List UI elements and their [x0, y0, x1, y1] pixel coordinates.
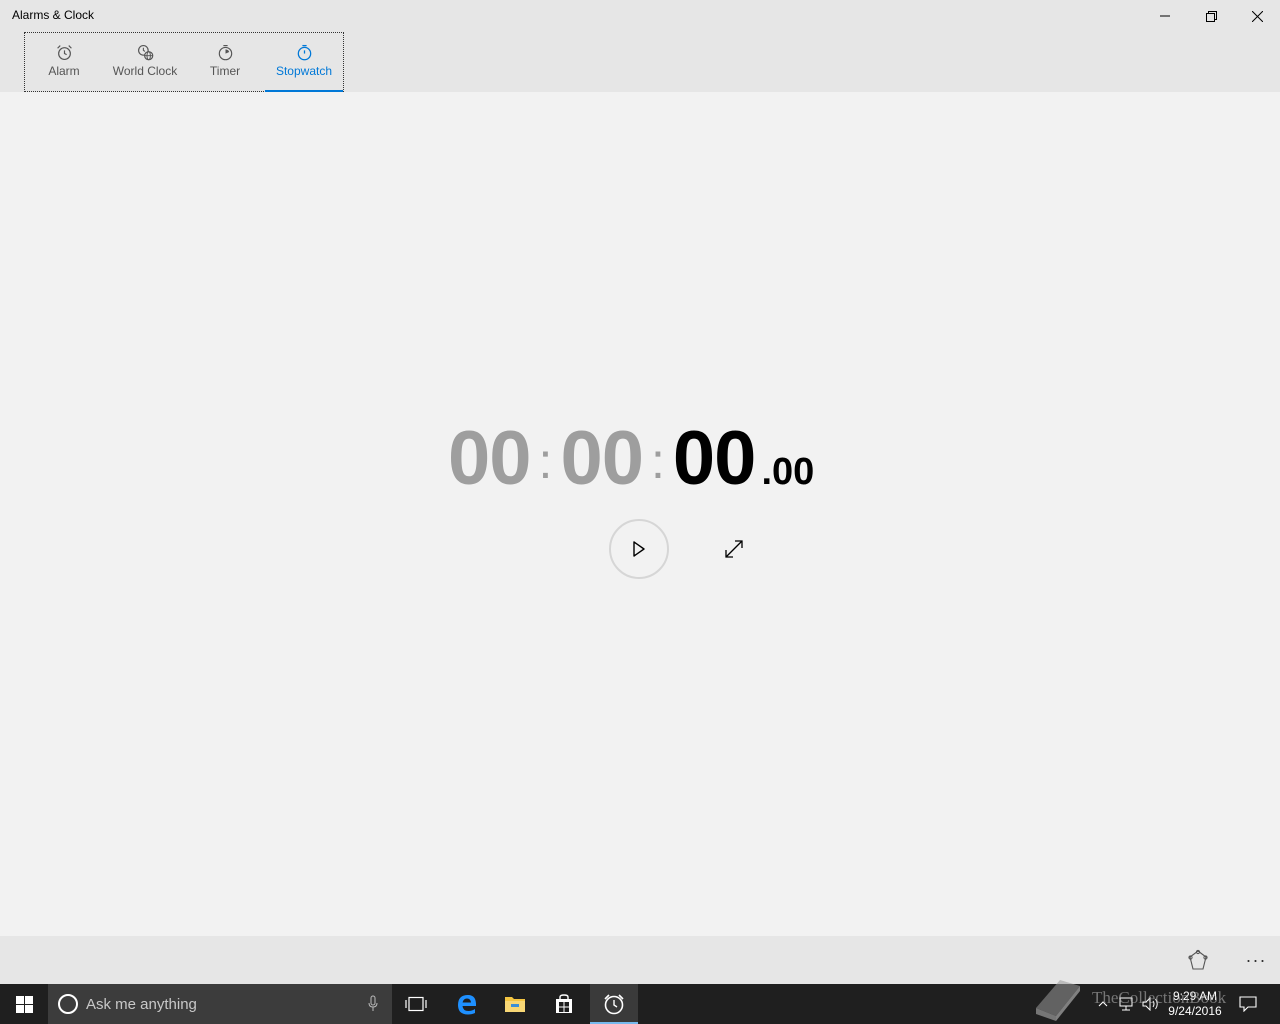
store-taskbar-button[interactable]: [540, 984, 588, 1024]
tab-world-clock[interactable]: World Clock: [103, 33, 187, 91]
window-title: Alarms & Clock: [12, 8, 95, 22]
alarms-taskbar-button[interactable]: [590, 984, 638, 1024]
close-button[interactable]: [1234, 0, 1280, 32]
network-icon: [1119, 997, 1133, 1011]
timer-icon: [218, 45, 232, 61]
selected-tab-indicator: [265, 90, 343, 92]
stopwatch-icon: [297, 44, 311, 61]
pin-to-start-icon: [1188, 949, 1208, 970]
tab-alarm[interactable]: Alarm: [25, 33, 103, 91]
start-button[interactable]: [609, 519, 669, 579]
chevron-up-icon: [1098, 1001, 1108, 1007]
volume-button[interactable]: [1140, 984, 1162, 1024]
minimize-icon: [1160, 15, 1170, 17]
more-options-button[interactable]: ···: [1236, 940, 1276, 980]
task-view-icon: [405, 996, 427, 1012]
clock-time: 9:29 AM: [1172, 989, 1218, 1003]
pin-to-start-button[interactable]: [1178, 940, 1218, 980]
clock-date: 9/24/2016: [1168, 1004, 1222, 1018]
search-placeholder: Ask me anything: [86, 995, 197, 1013]
hours-value: 00: [448, 416, 532, 501]
microphone-icon[interactable]: [368, 995, 378, 1012]
restore-button[interactable]: [1188, 0, 1234, 32]
store-icon: [556, 994, 572, 1013]
tab-alarm-label: Alarm: [48, 64, 80, 78]
show-hidden-icons-button[interactable]: [1094, 984, 1112, 1024]
tab-bar: Alarm World Clock Timer Stopwatch: [24, 32, 344, 92]
app-header: Alarm World Clock Timer Stopwatch: [0, 32, 1280, 92]
tab-timer-label: Timer: [209, 64, 241, 78]
seconds-value: 00: [672, 416, 757, 501]
windows-logo-icon: [15, 995, 33, 1013]
world-clock-icon: [137, 45, 153, 61]
expand-icon: [725, 540, 743, 558]
time-separator: :: [538, 433, 553, 489]
cortana-icon: [58, 994, 78, 1014]
file-explorer-icon: [505, 997, 525, 1012]
alarms-clock-app-icon: [604, 994, 624, 1015]
fraction-value: .00: [761, 451, 815, 493]
expand-button[interactable]: [716, 531, 752, 567]
minimize-button[interactable]: [1142, 0, 1188, 32]
edge-taskbar-button[interactable]: [443, 984, 491, 1024]
alarm-clock-icon: [56, 45, 72, 60]
play-icon: [633, 541, 645, 557]
tab-world-clock-label: World Clock: [112, 64, 178, 78]
stopwatch-display: 00 : 00 : 00 .00: [448, 415, 814, 505]
tab-stopwatch-label: Stopwatch: [275, 64, 333, 78]
edge-icon: [458, 995, 477, 1015]
speaker-icon: [1142, 997, 1158, 1011]
tab-stopwatch[interactable]: Stopwatch: [265, 33, 343, 92]
taskbar: Ask me anything 9:29 AM 9/24/2016: [0, 984, 1280, 1024]
action-center-button[interactable]: [1234, 984, 1262, 1024]
notification-icon: [1239, 996, 1257, 1012]
close-icon: [1251, 10, 1263, 22]
start-button[interactable]: [0, 984, 48, 1024]
restore-icon: [1205, 10, 1217, 22]
tab-timer[interactable]: Timer: [187, 33, 263, 91]
file-explorer-taskbar-button[interactable]: [491, 984, 539, 1024]
title-bar: Alarms & Clock: [0, 0, 1280, 32]
cortana-search-box[interactable]: Ask me anything: [48, 984, 392, 1024]
network-button[interactable]: [1116, 984, 1136, 1024]
command-bar: ···: [0, 936, 1280, 984]
taskbar-clock[interactable]: 9:29 AM 9/24/2016: [1164, 989, 1226, 1019]
task-view-button[interactable]: [392, 984, 440, 1024]
time-separator: :: [651, 433, 665, 489]
minutes-value: 00: [560, 416, 644, 501]
